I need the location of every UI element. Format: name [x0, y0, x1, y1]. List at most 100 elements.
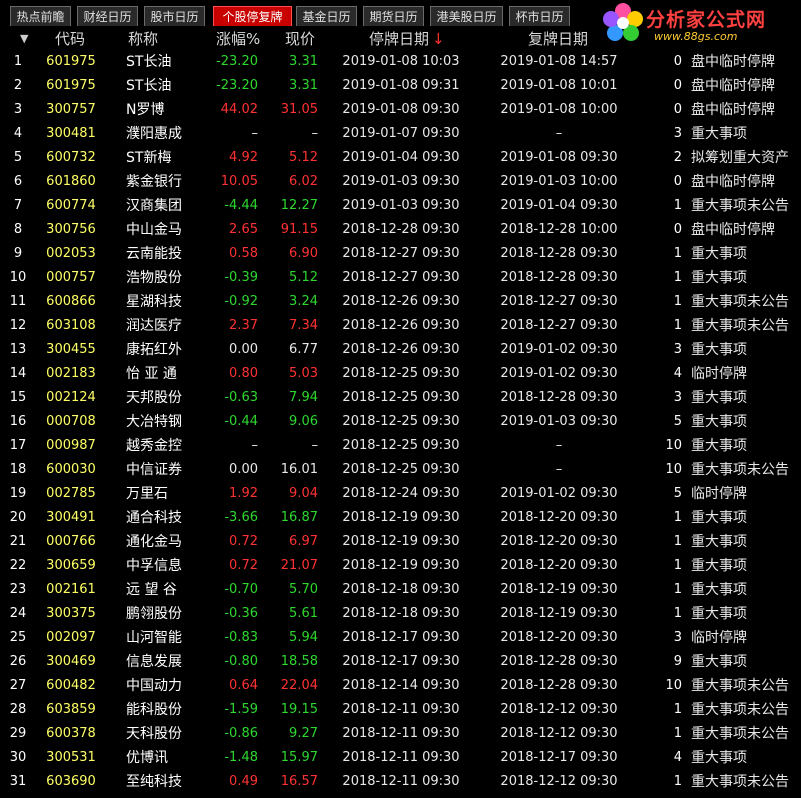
row-index: 31 — [9, 774, 27, 789]
suspension-reason: 重大事项 — [691, 438, 747, 454]
suspension-date: 2018-12-11 09:30 — [342, 774, 460, 789]
table-row[interactable]: 7 600774 汉商集团 -4.44 12.27 2019-01-03 09:30 201… — [0, 194, 801, 218]
suspended-days: 0 — [673, 222, 682, 237]
table-row[interactable]: 17 000987 越秀金控 – – 2018-12-25 09:30 – 10 重大事项 — [0, 434, 801, 458]
table-row[interactable]: 30 300531 优博讯 -1.48 15.97 2018-12-11 09:30 201… — [0, 746, 801, 770]
suspension-reason: 重大事项 — [691, 606, 747, 622]
current-price: 5.61 — [289, 606, 318, 621]
header-price[interactable]: 现价 — [285, 28, 315, 50]
table-row[interactable]: 18 600030 中信证券 0.00 16.01 2018-12-25 09:30 – 10… — [0, 458, 801, 482]
header-change[interactable]: 涨幅% — [216, 28, 260, 50]
table-row[interactable]: 1 601975 ST长油 -23.20 3.31 2019-01-08 10:03 201… — [0, 50, 801, 74]
suspension-date: 2018-12-27 09:30 — [342, 246, 460, 261]
table-row[interactable]: 11 600866 星湖科技 -0.92 3.24 2018-12-26 09:30 201… — [0, 290, 801, 314]
change-percent: -0.70 — [224, 582, 258, 597]
sort-dropdown-icon[interactable]: ▼ — [20, 28, 28, 50]
table-row[interactable]: 25 002097 山河智能 -0.83 5.94 2018-12-17 09:30 201… — [0, 626, 801, 650]
row-index: 16 — [9, 414, 27, 429]
tab-hot-preview[interactable]: 热点前瞻 — [10, 6, 71, 26]
suspended-days: 1 — [673, 318, 682, 333]
resumption-date: – — [555, 438, 563, 453]
suspension-date: 2018-12-25 09:30 — [342, 366, 460, 381]
stock-code: 002785 — [46, 486, 96, 501]
row-index: 22 — [9, 558, 27, 573]
header-stop-date[interactable]: 停牌日期 — [369, 28, 429, 50]
tab-cup-calendar[interactable]: 杯市日历 — [509, 6, 570, 26]
suspension-reason: 拟筹划重大资产 — [691, 150, 789, 166]
suspended-days: 1 — [673, 246, 682, 261]
resumption-date: 2019-01-03 09:30 — [500, 414, 618, 429]
stock-name: 中山金马 — [126, 222, 182, 238]
row-index: 30 — [9, 750, 27, 765]
stock-code: 300757 — [46, 102, 96, 117]
suspension-reason: 盘中临时停牌 — [691, 78, 775, 94]
stock-name: 通合科技 — [126, 510, 182, 526]
resumption-date: 2018-12-27 09:30 — [500, 318, 618, 333]
current-price: 16.57 — [280, 774, 318, 789]
current-price: 19.15 — [280, 702, 318, 717]
tab-futures-calendar[interactable]: 期货日历 — [363, 6, 424, 26]
table-row[interactable]: 4 300481 濮阳惠成 – – 2019-01-07 09:30 – 3 重大事项 — [0, 122, 801, 146]
table-row[interactable]: 9 002053 云南能投 0.58 6.90 2018-12-27 09:30 2018-… — [0, 242, 801, 266]
stock-code: 600030 — [46, 462, 96, 477]
row-index: 14 — [9, 366, 27, 381]
table-row[interactable]: 23 002161 远 望 谷 -0.70 5.70 2018-12-18 09:30 20… — [0, 578, 801, 602]
row-index: 15 — [9, 390, 27, 405]
table-row[interactable]: 19 002785 万里石 1.92 9.04 2018-12-24 09:30 2019-… — [0, 482, 801, 506]
tab-finance-calendar[interactable]: 财经日历 — [77, 6, 138, 26]
table-row[interactable]: 14 002183 怡 亚 通 0.80 5.03 2018-12-25 09:30 201… — [0, 362, 801, 386]
suspended-days: 0 — [673, 54, 682, 69]
row-index: 11 — [9, 294, 27, 309]
suspension-reason: 重大事项未公告 — [691, 678, 789, 694]
suspension-reason: 重大事项 — [691, 390, 747, 406]
suspended-days: 3 — [673, 390, 682, 405]
stock-code: 600774 — [46, 198, 96, 213]
suspension-reason: 重大事项 — [691, 654, 747, 670]
tab-stock-calendar[interactable]: 股市日历 — [144, 6, 205, 26]
table-row[interactable]: 8 300756 中山金马 2.65 91.15 2018-12-28 09:30 2018… — [0, 218, 801, 242]
table-row[interactable]: 16 000708 大冶特钢 -0.44 9.06 2018-12-25 09:30 201… — [0, 410, 801, 434]
tab-hk-us-calendar[interactable]: 港美股日历 — [430, 6, 503, 26]
current-price: 3.31 — [289, 78, 318, 93]
change-percent: 0.72 — [229, 558, 258, 573]
table-row[interactable]: 10 000757 浩物股份 -0.39 5.12 2018-12-27 09:30 201… — [0, 266, 801, 290]
table-row[interactable]: 21 000766 通化金马 0.72 6.97 2018-12-19 09:30 2018… — [0, 530, 801, 554]
row-index: 23 — [9, 582, 27, 597]
table-row[interactable]: 6 601860 紫金银行 10.05 6.02 2019-01-03 09:30 2019… — [0, 170, 801, 194]
table-row[interactable]: 20 300491 通合科技 -3.66 16.87 2018-12-19 09:30 20… — [0, 506, 801, 530]
table-row[interactable]: 13 300455 康拓红外 0.00 6.77 2018-12-26 09:30 2019… — [0, 338, 801, 362]
current-price: 9.04 — [289, 486, 318, 501]
table-row[interactable]: 27 600482 中国动力 0.64 22.04 2018-12-14 09:30 201… — [0, 674, 801, 698]
table-row[interactable]: 31 603690 至纯科技 0.49 16.57 2018-12-11 09:30 201… — [0, 770, 801, 794]
table-row[interactable]: 5 600732 ST新梅 4.92 5.12 2019-01-04 09:30 2019-… — [0, 146, 801, 170]
stock-name: 大冶特钢 — [126, 414, 182, 430]
stock-name: 云南能投 — [126, 246, 182, 262]
stock-name: ST长油 — [126, 54, 172, 70]
change-percent: 2.65 — [229, 222, 258, 237]
current-price: 16.87 — [280, 510, 318, 525]
table-row[interactable]: 28 603859 能科股份 -1.59 19.15 2018-12-11 09:30 20… — [0, 698, 801, 722]
table-row[interactable]: 26 300469 信息发展 -0.80 18.58 2018-12-17 09:30 20… — [0, 650, 801, 674]
stock-code: 603108 — [46, 318, 96, 333]
header-resume-date[interactable]: 复牌日期 — [528, 28, 588, 50]
table-row[interactable]: 12 603108 润达医疗 2.37 7.34 2018-12-26 09:30 2018… — [0, 314, 801, 338]
resumption-date: 2019-01-02 09:30 — [500, 342, 618, 357]
header-name[interactable]: 称称 — [128, 28, 158, 50]
table-row[interactable]: 24 300375 鹏翎股份 -0.36 5.61 2018-12-18 09:30 201… — [0, 602, 801, 626]
header-code[interactable]: 代码 — [55, 28, 85, 50]
suspended-days: 1 — [673, 774, 682, 789]
table-row[interactable]: 29 600378 天科股份 -0.86 9.27 2018-12-11 09:30 201… — [0, 722, 801, 746]
table-row[interactable]: 3 300757 N罗博 44.02 31.05 2019-01-08 09:30 2019… — [0, 98, 801, 122]
table-row[interactable]: 22 300659 中孚信息 0.72 21.07 2018-12-19 09:30 201… — [0, 554, 801, 578]
suspended-days: 4 — [673, 366, 682, 381]
stock-code: 601975 — [46, 78, 96, 93]
table-row[interactable]: 15 002124 天邦股份 -0.63 7.94 2018-12-25 09:30 201… — [0, 386, 801, 410]
tab-suspension-resumption[interactable]: 个股停复牌 — [213, 6, 292, 26]
tab-fund-calendar[interactable]: 基金日历 — [296, 6, 357, 26]
change-percent: 2.37 — [229, 318, 258, 333]
suspension-date: 2018-12-11 09:30 — [342, 702, 460, 717]
stock-code: 600482 — [46, 678, 96, 693]
table-row[interactable]: 2 601975 ST长油 -23.20 3.31 2019-01-08 09:31 201… — [0, 74, 801, 98]
suspension-date: 2018-12-26 09:30 — [342, 318, 460, 333]
current-price: 6.97 — [289, 534, 318, 549]
